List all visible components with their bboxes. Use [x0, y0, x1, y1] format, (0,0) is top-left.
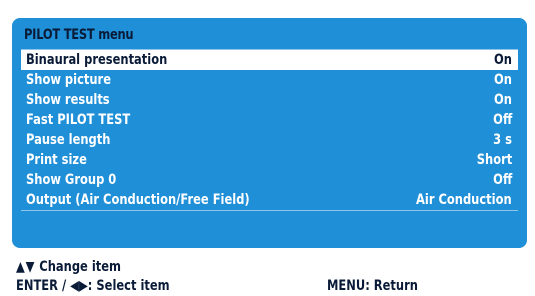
menu-return-hint: MENU: Return — [327, 278, 418, 294]
pilot-test-screen: PILOT TEST menu Binaural presentation On… — [0, 0, 535, 296]
menu-item-value: Off — [492, 172, 512, 188]
menu-item-value: 3 s — [493, 132, 512, 148]
menu-item-label: Output (Air Conduction/Free Field) — [26, 192, 250, 208]
menu-item-pause-length[interactable]: Pause length 3 s — [21, 130, 518, 150]
menu-item-value: Short — [476, 152, 512, 168]
menu-item-show-picture[interactable]: Show picture On — [21, 70, 518, 90]
menu-item-label: Show results — [26, 92, 110, 108]
menu-item-value: On — [494, 92, 512, 108]
menu-item-label: Show picture — [26, 72, 111, 88]
menu-item-label: Fast PILOT TEST — [26, 112, 131, 128]
panel-title: PILOT TEST menu — [24, 27, 134, 43]
menu-item-label: Show Group 0 — [26, 172, 117, 188]
change-item-text: Change item — [35, 259, 121, 275]
menu-item-value: On — [494, 72, 512, 88]
menu-item-value: Off — [492, 112, 512, 128]
menu-item-label: Binaural presentation — [26, 52, 168, 68]
menu-item-fast-pilot-test[interactable]: Fast PILOT TEST Off — [21, 110, 518, 130]
settings-menu: Binaural presentation On Show picture On… — [21, 49, 518, 211]
up-down-arrow-icon: ▲▼ — [16, 259, 36, 275]
menu-item-binaural-presentation[interactable]: Binaural presentation On — [21, 50, 518, 70]
change-item-hint: ▲▼ Change item — [16, 259, 121, 275]
menu-item-show-results[interactable]: Show results On — [21, 90, 518, 110]
menu-item-output[interactable]: Output (Air Conduction/Free Field) Air C… — [21, 190, 518, 210]
menu-item-label: Pause length — [26, 132, 111, 148]
menu-item-label: Print size — [26, 152, 87, 168]
pilot-test-menu-panel: PILOT TEST menu Binaural presentation On… — [12, 18, 527, 248]
menu-item-value: On — [494, 52, 512, 68]
menu-item-print-size[interactable]: Print size Short — [21, 150, 518, 170]
select-item-hint: ENTER / ◀▶: Select item — [16, 278, 170, 294]
menu-item-show-group-0[interactable]: Show Group 0 Off — [21, 170, 518, 190]
menu-item-value: Air Conduction — [416, 192, 512, 208]
